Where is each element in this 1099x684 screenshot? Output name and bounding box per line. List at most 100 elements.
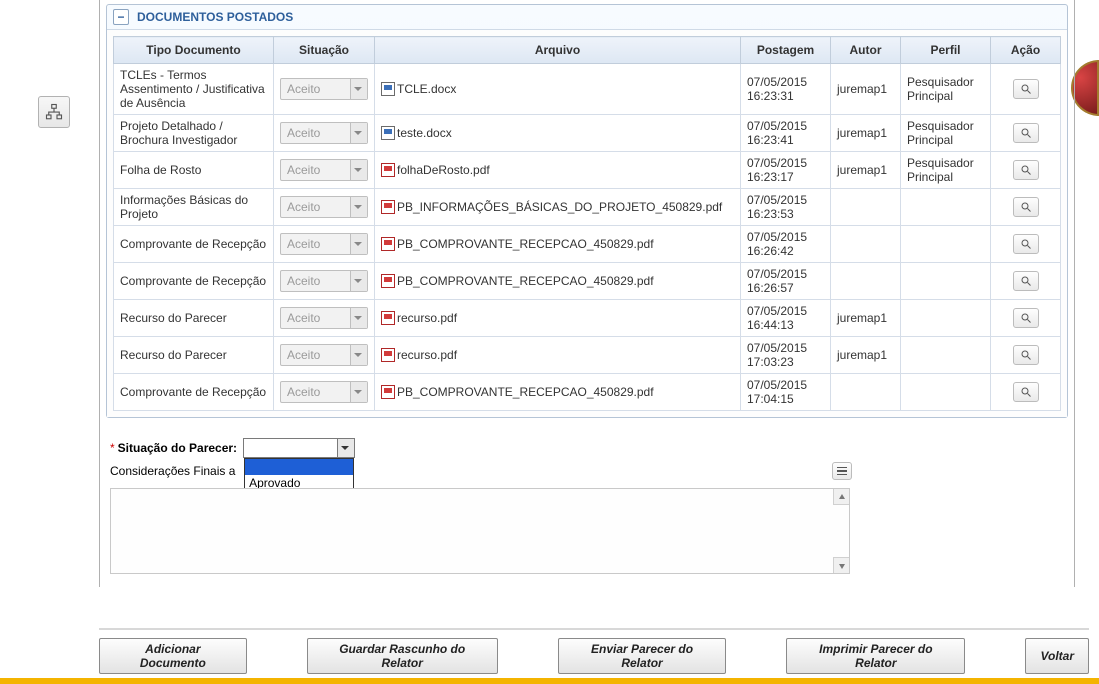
table-row: Comprovante de RecepçãoAceitoPB_COMPROVA… bbox=[114, 374, 1061, 411]
bottom-action-bar: Adicionar Documento Guardar Rascunho do … bbox=[99, 628, 1089, 674]
cell-situacao: Aceito bbox=[274, 226, 375, 263]
documents-section: − DOCUMENTOS POSTADOS Tipo Documento Sit… bbox=[106, 4, 1068, 418]
voltar-button[interactable]: Voltar bbox=[1025, 638, 1089, 674]
view-button[interactable] bbox=[1013, 345, 1039, 365]
table-row: Projeto Detalhado / Brochura Investigado… bbox=[114, 115, 1061, 152]
magnifier-icon bbox=[1020, 386, 1032, 398]
view-button[interactable] bbox=[1013, 197, 1039, 217]
cell-acao bbox=[991, 189, 1061, 226]
cell-postagem: 07/05/2015 16:23:17 bbox=[741, 152, 831, 189]
status-select: Aceito bbox=[280, 78, 368, 100]
cell-perfil bbox=[901, 263, 991, 300]
col-postagem: Postagem bbox=[741, 37, 831, 64]
scroll-down-icon[interactable] bbox=[833, 557, 849, 573]
view-button[interactable] bbox=[1013, 382, 1039, 402]
textarea-toolbar-icon[interactable] bbox=[832, 462, 852, 480]
adicionar-documento-button[interactable]: Adicionar Documento bbox=[99, 638, 247, 674]
magnifier-icon bbox=[1020, 83, 1032, 95]
consideracoes-textarea[interactable] bbox=[110, 488, 850, 574]
file-link[interactable]: teste.docx bbox=[381, 126, 734, 140]
situacao-row: * Situação do Parecer: AprovadoNão Aprov… bbox=[110, 438, 1064, 458]
view-button[interactable] bbox=[1013, 308, 1039, 328]
file-link[interactable]: PB_INFORMAÇÕES_BÁSICAS_DO_PROJETO_450829… bbox=[381, 200, 734, 214]
cell-tipo: Projeto Detalhado / Brochura Investigado… bbox=[114, 115, 274, 152]
pdf-icon bbox=[381, 274, 395, 288]
cell-tipo: Informações Básicas do Projeto bbox=[114, 189, 274, 226]
magnifier-icon bbox=[1020, 201, 1032, 213]
cell-arquivo: recurso.pdf bbox=[375, 300, 741, 337]
cell-situacao: Aceito bbox=[274, 337, 375, 374]
file-link[interactable]: folhaDeRosto.pdf bbox=[381, 163, 734, 177]
file-link[interactable]: TCLE.docx bbox=[381, 82, 734, 96]
cell-perfil: Pesquisador Principal bbox=[901, 115, 991, 152]
enviar-parecer-button[interactable]: Enviar Parecer do Relator bbox=[558, 638, 726, 674]
imprimir-parecer-button[interactable]: Imprimir Parecer do Relator bbox=[786, 638, 965, 674]
table-row: TCLEs - Termos Assentimento / Justificat… bbox=[114, 64, 1061, 115]
cell-situacao: Aceito bbox=[274, 300, 375, 337]
status-select: Aceito bbox=[280, 381, 368, 403]
file-link[interactable]: PB_COMPROVANTE_RECEPCAO_450829.pdf bbox=[381, 385, 734, 399]
cell-acao bbox=[991, 374, 1061, 411]
pdf-icon bbox=[381, 385, 395, 399]
file-name: teste.docx bbox=[397, 126, 452, 140]
sitemap-tool-button[interactable] bbox=[38, 96, 70, 128]
consideracoes-label: Considerações Finais a bbox=[110, 464, 235, 478]
status-select: Aceito bbox=[280, 344, 368, 366]
file-link[interactable]: recurso.pdf bbox=[381, 348, 734, 362]
situacao-select[interactable]: AprovadoNão AprovadoPendenteRetirado bbox=[243, 438, 355, 458]
cell-postagem: 07/05/2015 16:26:57 bbox=[741, 263, 831, 300]
cell-tipo: Comprovante de Recepção bbox=[114, 263, 274, 300]
cell-acao bbox=[991, 115, 1061, 152]
pdf-icon bbox=[381, 311, 395, 325]
file-link[interactable]: recurso.pdf bbox=[381, 311, 734, 325]
cell-situacao: Aceito bbox=[274, 263, 375, 300]
documents-section-header[interactable]: − DOCUMENTOS POSTADOS bbox=[107, 5, 1067, 29]
cell-arquivo: TCLE.docx bbox=[375, 64, 741, 115]
cell-arquivo: folhaDeRosto.pdf bbox=[375, 152, 741, 189]
situacao-label: Situação do Parecer: bbox=[118, 441, 237, 455]
view-button[interactable] bbox=[1013, 123, 1039, 143]
file-name: recurso.pdf bbox=[397, 311, 457, 325]
cell-tipo: TCLEs - Termos Assentimento / Justificat… bbox=[114, 64, 274, 115]
cell-arquivo: PB_INFORMAÇÕES_BÁSICAS_DO_PROJETO_450829… bbox=[375, 189, 741, 226]
cell-postagem: 07/05/2015 16:23:31 bbox=[741, 64, 831, 115]
view-button[interactable] bbox=[1013, 271, 1039, 291]
status-select: Aceito bbox=[280, 233, 368, 255]
cell-acao bbox=[991, 226, 1061, 263]
status-select: Aceito bbox=[280, 196, 368, 218]
minus-icon: − bbox=[117, 10, 124, 24]
col-tipo: Tipo Documento bbox=[114, 37, 274, 64]
scroll-up-icon[interactable] bbox=[833, 489, 849, 505]
col-arquivo: Arquivo bbox=[375, 37, 741, 64]
table-row: Comprovante de Recepção Aceito PB_COMPROVA… bbox=[114, 226, 1061, 263]
view-button[interactable] bbox=[1013, 79, 1039, 99]
guardar-rascunho-button[interactable]: Guardar Rascunho do Relator bbox=[307, 638, 498, 674]
col-situacao: Situação bbox=[274, 37, 375, 64]
collapse-button[interactable]: − bbox=[113, 9, 129, 25]
file-link[interactable]: PB_COMPROVANTE_RECEPCAO_450829.pdf bbox=[381, 274, 734, 288]
file-name: PB_COMPROVANTE_RECEPCAO_450829.pdf bbox=[397, 237, 654, 251]
cell-autor bbox=[831, 189, 901, 226]
col-perfil: Perfil bbox=[901, 37, 991, 64]
cell-postagem: 07/05/2015 17:04:15 bbox=[741, 374, 831, 411]
dropdown-option[interactable] bbox=[245, 459, 353, 475]
cell-arquivo: PB_COMPROVANTE_RECEPCAO_450829.pdf bbox=[375, 263, 741, 300]
status-select: Aceito bbox=[280, 159, 368, 181]
view-button[interactable] bbox=[1013, 160, 1039, 180]
view-button[interactable] bbox=[1013, 234, 1039, 254]
section-title: DOCUMENTOS POSTADOS bbox=[137, 10, 293, 24]
cell-tipo: Recurso do Parecer bbox=[114, 300, 274, 337]
required-marker: * bbox=[110, 441, 115, 455]
cell-autor: juremap1 bbox=[831, 115, 901, 152]
file-link[interactable]: PB_COMPROVANTE_RECEPCAO_450829.pdf bbox=[381, 237, 734, 251]
cell-postagem: 07/05/2015 16:23:41 bbox=[741, 115, 831, 152]
cell-acao bbox=[991, 337, 1061, 374]
table-header-row: Tipo Documento Situação Arquivo Postagem… bbox=[114, 37, 1061, 64]
cell-tipo: Comprovante de Recepção bbox=[114, 226, 274, 263]
cell-perfil: Pesquisador Principal bbox=[901, 152, 991, 189]
cell-situacao: Aceito bbox=[274, 374, 375, 411]
cell-arquivo: teste.docx bbox=[375, 115, 741, 152]
table-row: Folha de RostoAceitofolhaDeRosto.pdf07/0… bbox=[114, 152, 1061, 189]
cell-tipo: Recurso do Parecer bbox=[114, 337, 274, 374]
col-acao: Ação bbox=[991, 37, 1061, 64]
